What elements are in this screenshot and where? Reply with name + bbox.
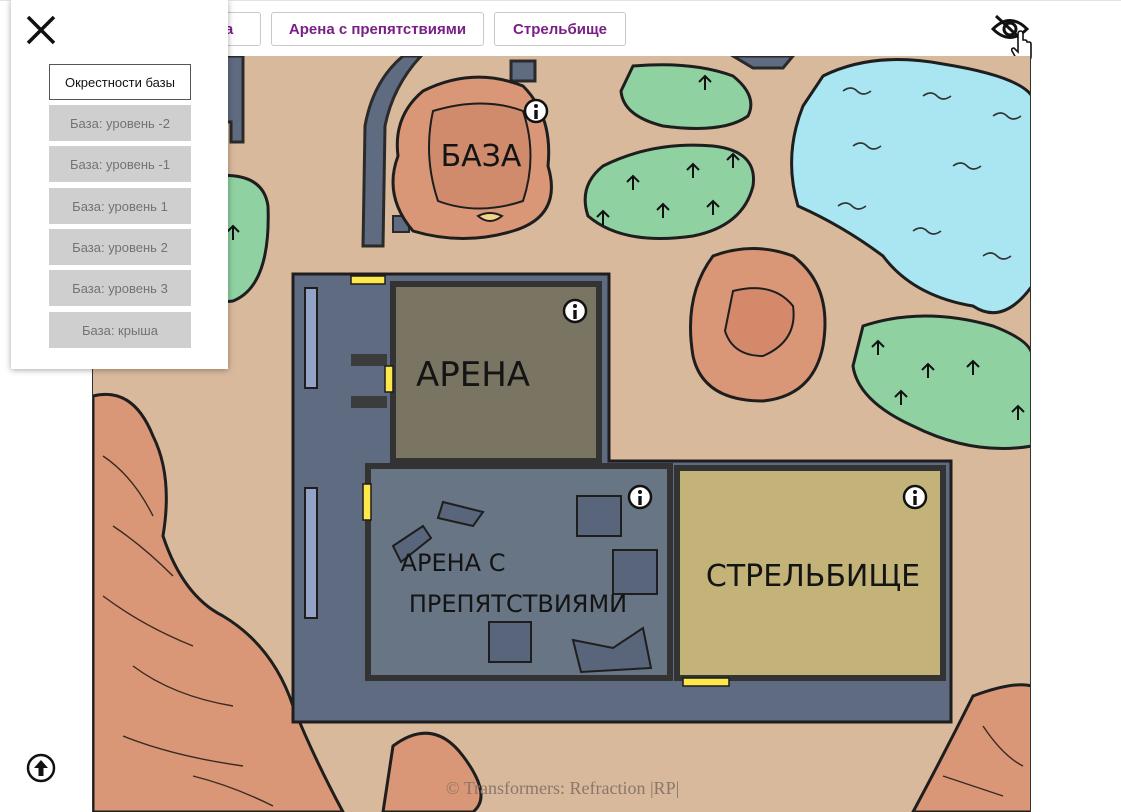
- label-obstacle-arena-line2: ПРЕПЯТСТВИЯМИ: [409, 590, 627, 618]
- arrow-up-circle-icon[interactable]: [26, 753, 56, 783]
- level-panel: Окрестности базы База: уровень -2 База: …: [11, 0, 228, 369]
- grass: [619, 63, 753, 130]
- info-icon[interactable]: [627, 484, 653, 510]
- level-button-surroundings[interactable]: Окрестности базы: [49, 64, 191, 100]
- level-button-2[interactable]: База: уровень 2: [49, 229, 191, 265]
- copyright-text: © Transformers: Refraction |RP|: [445, 778, 680, 798]
- info-icon[interactable]: [902, 484, 928, 510]
- tab-obstacle-arena[interactable]: Арена с препятствиями: [271, 12, 484, 46]
- close-icon[interactable]: [25, 14, 57, 46]
- info-icon[interactable]: [523, 98, 549, 124]
- label-obstacle-arena-line1: АРЕНА С: [401, 549, 506, 577]
- label-base: БАЗА: [441, 139, 522, 174]
- label-arena: АРЕНА: [416, 355, 530, 395]
- level-button-minus2[interactable]: База: уровень -2: [49, 105, 191, 141]
- map-area[interactable]: БАЗА АРЕНА АРЕНА С ПРЕПЯТСТВИЯМИ СТРЕЛЬБ…: [92, 56, 1031, 812]
- label-shooting-range: СТРЕЛЬБИЩЕ: [706, 559, 920, 594]
- level-button-roof[interactable]: База: крыша: [49, 312, 191, 348]
- level-button-1[interactable]: База: уровень 1: [49, 188, 191, 224]
- level-button-minus1[interactable]: База: уровень -1: [49, 146, 191, 182]
- level-button-3[interactable]: База: уровень 3: [49, 270, 191, 306]
- tab-shooting-range[interactable]: Стрельбище: [494, 12, 626, 46]
- info-icon[interactable]: [562, 298, 588, 324]
